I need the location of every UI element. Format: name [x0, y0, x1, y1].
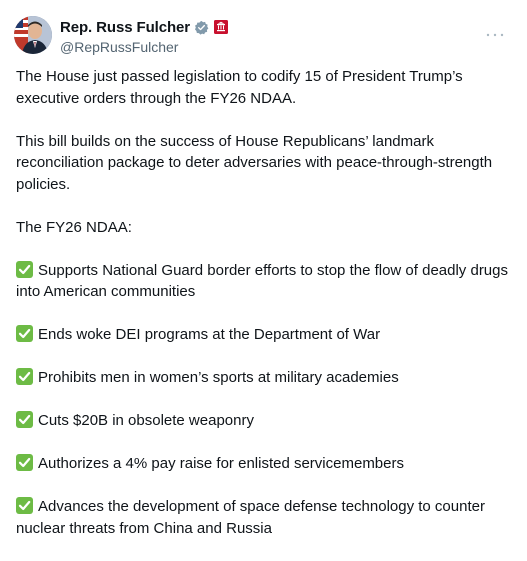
- list-item: Authorizes a 4% pay raise for enlisted s…: [16, 453, 514, 475]
- check-mark-icon: [16, 368, 33, 385]
- tweet-paragraph: This bill builds on the success of House…: [16, 132, 497, 193]
- list-item-text: Ends woke DEI programs at the Department…: [38, 326, 381, 343]
- list-item-text: Advances the development of space defens…: [16, 498, 485, 537]
- tweet-paragraph: The House just passed legislation to cod…: [16, 68, 467, 107]
- check-mark-icon: [16, 411, 33, 428]
- us-house-badge-icon[interactable]: [214, 20, 228, 34]
- check-mark-icon: [16, 454, 33, 471]
- list-item-text: Prohibits men in women’s sports at milit…: [38, 369, 399, 386]
- tweet-paragraph: The FY26 NDAA:: [16, 218, 132, 236]
- list-item: Advances the development of space defens…: [16, 496, 514, 539]
- list-item-text: Authorizes a 4% pay raise for enlisted s…: [38, 455, 404, 472]
- list-item: Ends woke DEI programs at the Department…: [16, 324, 514, 346]
- handle[interactable]: @RepRussFulcher: [60, 39, 228, 55]
- check-mark-icon: [16, 497, 33, 514]
- tweet-header: Rep. Russ Fulcher @RepRussFulcher: [14, 14, 513, 58]
- display-name[interactable]: Rep. Russ Fulcher: [60, 19, 190, 36]
- author-block: Rep. Russ Fulcher @RepRussFulcher: [60, 18, 228, 55]
- list-item: Prohibits men in women’s sports at milit…: [16, 367, 514, 389]
- list-item: Cuts $20B in obsolete weaponry: [16, 410, 514, 432]
- verified-badge-icon[interactable]: [194, 20, 209, 35]
- more-options-icon[interactable]: [483, 26, 507, 44]
- tweet-body: The House just passed legislation to cod…: [16, 66, 514, 561]
- check-mark-icon: [16, 260, 33, 278]
- list-item: Supports National Guard border efforts t…: [16, 260, 514, 303]
- avatar[interactable]: [14, 16, 52, 54]
- check-mark-icon: [16, 325, 33, 342]
- list-item-text: Supports National Guard border efforts t…: [16, 261, 508, 301]
- name-row: Rep. Russ Fulcher: [60, 18, 228, 36]
- list-item-text: Cuts $20B in obsolete weaponry: [38, 412, 254, 429]
